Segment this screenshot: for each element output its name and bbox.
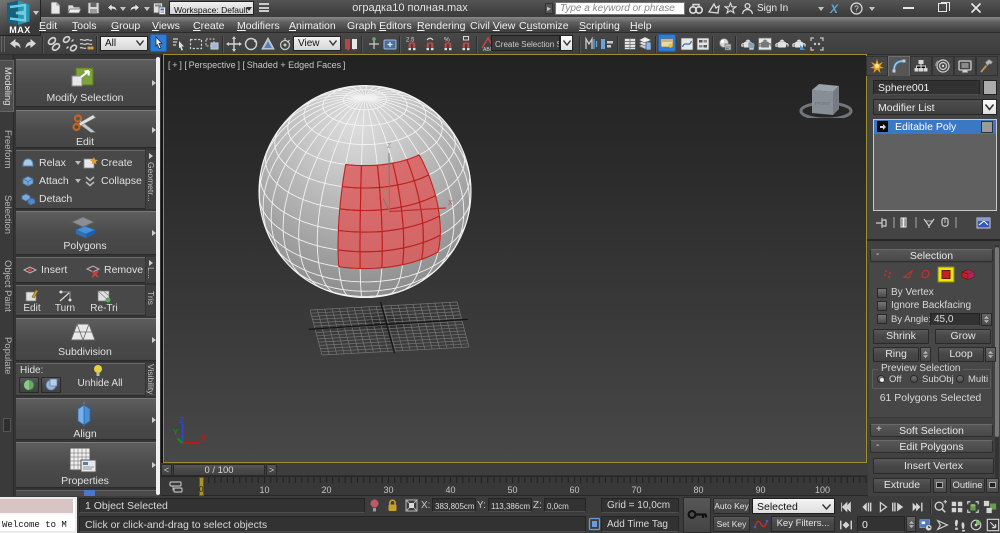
svg-text:80: 80 [693, 485, 703, 495]
svg-text:90: 90 [755, 485, 765, 495]
svg-text:X: X [448, 200, 453, 207]
svg-text:30: 30 [383, 485, 393, 495]
svg-text:70: 70 [631, 485, 641, 495]
svg-text:FRONT: FRONT [815, 101, 831, 106]
svg-text:100: 100 [815, 485, 830, 495]
svg-text:Y: Y [382, 190, 387, 197]
svg-text:50: 50 [507, 485, 517, 495]
svg-text:X: X [201, 434, 207, 443]
svg-text:40: 40 [445, 485, 455, 495]
svg-text:60: 60 [569, 485, 579, 495]
svg-text:20: 20 [321, 485, 331, 495]
svg-text:Z: Z [387, 143, 392, 150]
svg-text:Y: Y [173, 428, 179, 437]
svg-text:?: ? [854, 4, 859, 13]
svg-text:Z: Z [179, 416, 184, 425]
svg-text:2.5: 2.5 [406, 38, 415, 44]
svg-text:10: 10 [259, 485, 269, 495]
svg-text:%: % [444, 37, 450, 44]
